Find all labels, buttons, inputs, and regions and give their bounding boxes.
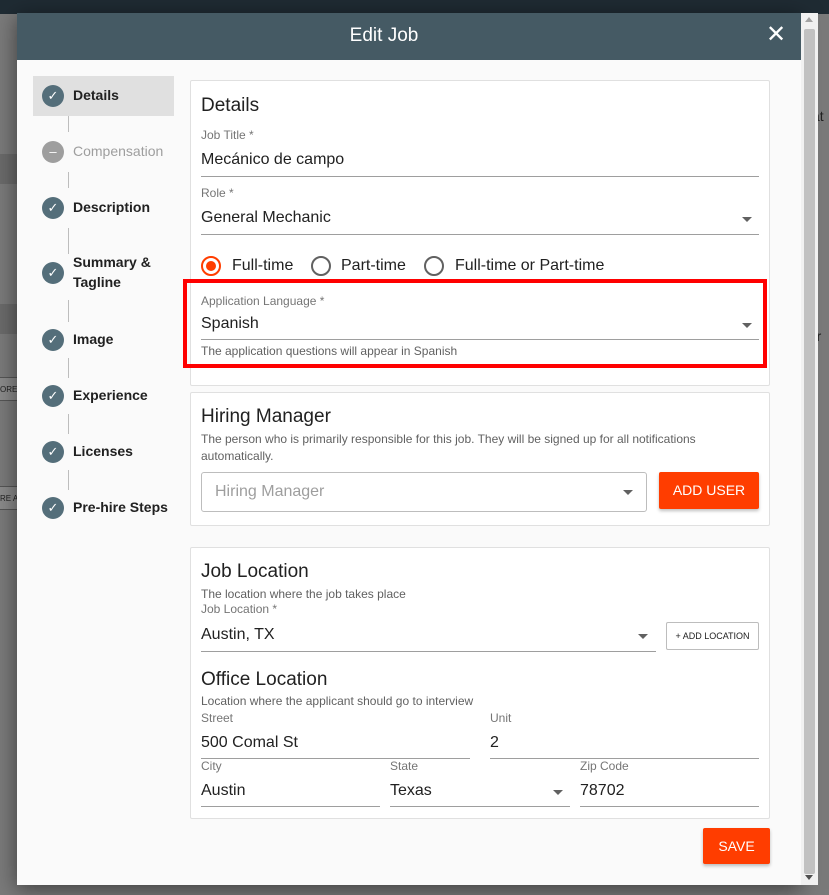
job-location-label: Job Location * [201,602,278,616]
city-input[interactable]: Austin [201,782,245,800]
radio-label[interactable]: Part-time [341,257,406,275]
check-icon: ✓ [42,262,64,284]
step-connector [68,470,69,490]
step-label: Licenses [73,443,133,459]
office-location-description: Location where the applicant should go t… [201,694,474,708]
step-connector [68,358,69,378]
close-icon: ✕ [765,21,787,48]
step-label: Pre-hire Steps [73,499,168,515]
background-topbar [0,0,829,14]
zip-underline [580,806,759,807]
scrollbar-thumb[interactable] [804,29,815,874]
step-image[interactable]: ✓ Image [33,322,174,358]
save-button[interactable]: SAVE [703,828,770,864]
dialog-title: Edit Job [349,25,419,46]
radio-label[interactable]: Full-time [232,257,293,275]
step-experience[interactable]: ✓ Experience [33,378,174,414]
background-button: ORE [0,377,18,401]
step-label: Compensation [73,143,164,159]
step-label: Details [73,87,119,103]
details-title: Details [201,95,260,116]
state-label: State [390,759,419,773]
city-label: City [201,759,222,773]
edit-job-dialog: Edit Job ✕ ✓ Details – Compensation ✓ De… [17,13,801,885]
job-title-input[interactable]: Mecánico de campo [201,151,344,169]
step-connector [68,300,69,322]
street-input[interactable]: 500 Comal St [201,734,298,752]
unit-label: Unit [490,711,512,725]
unit-input[interactable]: 2 [490,734,499,752]
state-select[interactable]: Texas [390,782,432,800]
radio-label[interactable]: Full-time or Part-time [455,257,604,275]
step-label: Experience [73,387,148,403]
step-description[interactable]: ✓ Description [33,188,174,228]
step-connector [68,172,69,188]
check-icon: ✓ [42,329,64,351]
job-location-title: Job Location [201,561,309,582]
dialog-scrollbar[interactable] [801,13,818,885]
add-location-button[interactable]: + ADD LOCATION [666,622,759,650]
job-title-underline [201,176,759,177]
hiring-manager-placeholder: Hiring Manager [215,483,325,500]
zip-input[interactable]: 78702 [580,782,625,800]
highlight-box [183,279,767,368]
role-label: Role * [201,186,234,200]
step-connector [68,116,69,132]
hiring-manager-description: The person who is primarily responsible … [201,432,696,463]
role-underline [201,234,759,235]
role-select[interactable]: General Mechanic [201,209,331,227]
step-licenses[interactable]: ✓ Licenses [33,434,174,470]
job-title-label: Job Title * [201,128,254,142]
job-location-select[interactable]: Austin, TX [201,626,275,644]
step-pre-hire-steps[interactable]: ✓ Pre-hire Steps [33,490,174,526]
close-button[interactable]: ✕ [765,21,787,48]
scroll-up-icon[interactable] [805,17,813,22]
chevron-down-icon[interactable] [638,634,648,639]
job-location-card: Job Location The location where the job … [190,547,770,819]
chevron-down-icon[interactable] [553,790,563,795]
step-summary-tagline[interactable]: ✓ Summary & Tagline [33,254,174,300]
radio-full-time[interactable] [201,256,221,276]
background-band [0,154,18,184]
chevron-down-icon [623,490,633,495]
hiring-manager-select[interactable]: Hiring Manager [201,472,647,512]
office-location-title: Office Location [201,669,328,690]
step-details[interactable]: ✓ Details [33,76,174,116]
step-label: Image [73,331,114,347]
job-location-description: The location where the job takes place [201,587,406,601]
step-compensation[interactable]: – Compensation [33,132,174,172]
radio-part-time[interactable] [311,256,331,276]
state-underline [390,806,570,807]
step-connector [68,228,69,254]
background-button: RE A [0,486,18,510]
chevron-down-icon[interactable] [742,217,752,222]
radio-full-or-part-time[interactable] [424,256,444,276]
scroll-down-icon[interactable] [805,875,813,880]
add-user-button[interactable]: ADD USER [659,472,759,509]
step-label: Description [73,199,151,215]
job-location-underline [201,651,656,652]
background-band [0,304,18,334]
dash-icon: – [42,141,64,163]
dialog-header: Edit Job ✕ [17,13,801,60]
hiring-manager-card: Hiring Manager The person who is primari… [190,392,770,526]
zip-label: Zip Code [580,759,629,773]
check-icon: ✓ [42,197,64,219]
check-icon: ✓ [42,497,64,519]
check-icon: ✓ [42,385,64,407]
street-label: Street [201,711,234,725]
hiring-manager-title: Hiring Manager [201,406,331,427]
street-underline [201,758,470,759]
city-underline [201,806,380,807]
step-connector [68,414,69,434]
check-icon: ✓ [42,441,64,463]
step-label: Summary & Tagline [73,254,151,290]
check-icon: ✓ [42,85,64,107]
